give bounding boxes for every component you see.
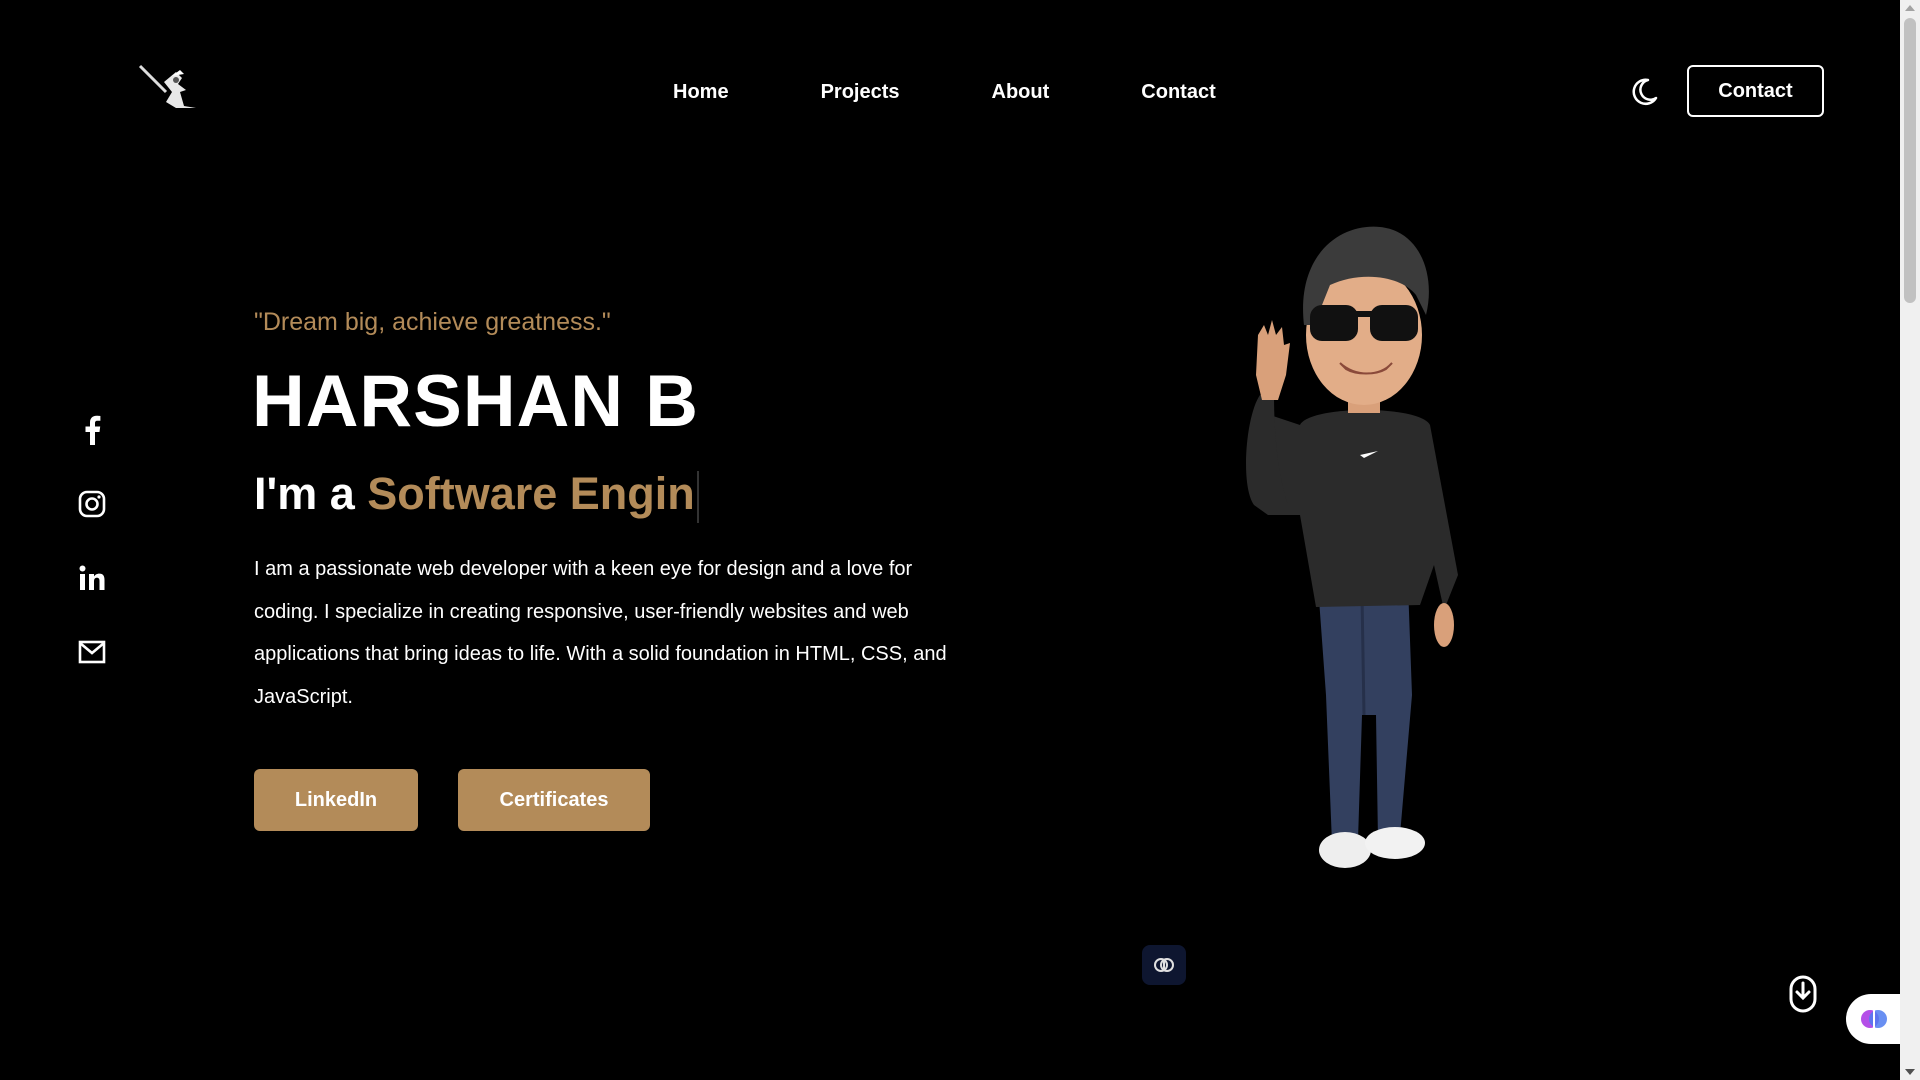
moon-icon[interactable] xyxy=(1628,76,1660,108)
nav-contact[interactable]: Contact xyxy=(1141,78,1215,106)
linkedin-button[interactable]: LinkedIn xyxy=(254,769,418,831)
contact-button[interactable]: Contact xyxy=(1687,65,1824,117)
scroll-down-icon[interactable] xyxy=(1788,975,1818,1013)
main-nav: Home Projects About Contact xyxy=(673,78,1216,106)
scrollbar-thumb[interactable] xyxy=(1904,18,1916,303)
typing-cursor xyxy=(696,471,699,524)
brain-icon[interactable] xyxy=(1142,945,1186,985)
linkedin-icon[interactable] xyxy=(76,562,108,594)
hero-name: HARSHAN B xyxy=(252,361,699,442)
hero-description: I am a passionate web developer with a k… xyxy=(254,558,947,708)
nav-home[interactable]: Home xyxy=(673,78,729,106)
assistant-widget[interactable] xyxy=(1846,994,1902,1044)
role-typed-text: Software Engin xyxy=(367,468,695,519)
hero-role: I'm a Software Engin xyxy=(254,466,699,524)
nav-about[interactable]: About xyxy=(992,78,1050,106)
role-prefix: I'm a xyxy=(254,468,368,519)
colorful-brain-icon xyxy=(1861,1010,1887,1028)
avatar-illustration xyxy=(1230,215,1500,880)
certificates-button[interactable]: Certificates xyxy=(458,769,650,831)
instagram-icon[interactable] xyxy=(76,488,108,520)
facebook-icon[interactable] xyxy=(76,414,108,446)
social-sidebar xyxy=(76,414,108,710)
page-scrollbar[interactable] xyxy=(1900,0,1920,1080)
mail-icon[interactable] xyxy=(76,636,108,668)
hero-quote: "Dream big, achieve greatness." xyxy=(254,308,611,336)
scroll-down-arrow-icon[interactable] xyxy=(1905,1069,1915,1075)
scroll-up-arrow-icon[interactable] xyxy=(1905,5,1915,11)
portfolio-page: Home Projects About Contact Contact "Dre… xyxy=(0,0,1920,1080)
nav-projects[interactable]: Projects xyxy=(821,78,900,106)
samurai-logo-icon[interactable] xyxy=(136,62,202,112)
